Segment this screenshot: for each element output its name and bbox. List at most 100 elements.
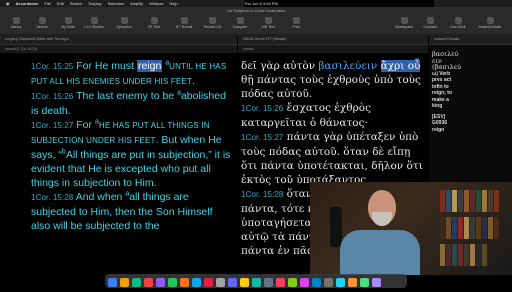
verse-ref[interactable]: 1Cor. 15:25 xyxy=(31,62,73,71)
toolbar-contrast-button[interactable]: Contrast xyxy=(418,16,442,32)
toolbar-library-label: Library xyxy=(10,25,22,29)
menu-file[interactable]: File xyxy=(44,1,50,6)
toolbar-nttextual-label: NT Textual xyxy=(175,25,193,29)
window-title-bar: 1st Scripture to Gods Incarnation xyxy=(0,7,512,14)
bookshelf-image xyxy=(440,190,510,270)
dock-app-icon[interactable] xyxy=(324,278,333,287)
toolbar-unitext-button[interactable]: UNI Text xyxy=(256,16,280,32)
english-pane-search-bar[interactable]: Verses [1 Cor 15:25] xyxy=(0,45,237,53)
dock-app-icon[interactable] xyxy=(264,278,273,287)
toolbar-lxx-label: LXX Studies xyxy=(84,25,104,29)
dock-app-icon[interactable] xyxy=(204,278,213,287)
verse-ref[interactable]: 1Cor. 15:26 xyxy=(241,104,283,113)
instant-details-content: βασιλεύ ειν (βασιλεύ ω) Verb pres act in… xyxy=(429,45,512,139)
menu-display[interactable]: Display xyxy=(88,1,101,6)
instant-details-tab[interactable]: Instant Details xyxy=(429,34,512,45)
text-icon xyxy=(64,17,72,24)
dock-app-icon[interactable] xyxy=(192,278,201,287)
verse-row[interactable]: 1Cor. 15:28 And when aall things are sub… xyxy=(31,190,233,233)
menu-search[interactable]: Search xyxy=(70,1,83,6)
toolbar-search-button[interactable]: Search xyxy=(30,16,54,32)
selected-word[interactable]: reign xyxy=(136,60,163,72)
verse-row[interactable]: 1Cor. 15:25 For He must reign auntil He … xyxy=(31,59,233,89)
info-icon xyxy=(486,17,494,24)
toolbar: Library Search My Texts LXX Studies Syno… xyxy=(0,14,512,35)
verse-text: The last enemy to be xyxy=(76,90,178,102)
library-icon xyxy=(12,17,20,24)
dock-app-icon[interactable] xyxy=(144,278,153,287)
verse-ref[interactable]: 1Cor. 15:28 xyxy=(31,193,73,202)
verse-row[interactable]: 1Cor. 15:27 πάντα γὰρ ὑπέταξεν ὑπὸ τοὺς … xyxy=(241,130,424,187)
menu-amplify[interactable]: Amplify xyxy=(130,1,143,6)
toolbar-lxx-button[interactable]: LXX Studies xyxy=(82,16,106,32)
toolbar-nttext-button[interactable]: NT Text xyxy=(142,16,166,32)
verse-text-end: . xyxy=(192,75,195,87)
dock-app-icon[interactable] xyxy=(228,278,237,287)
menu-app-name[interactable]: Accordance xyxy=(16,1,39,6)
dock-app-icon[interactable] xyxy=(132,278,141,287)
toolbar-mytexts-button[interactable]: My Texts xyxy=(56,16,80,32)
microphone-image xyxy=(330,207,342,247)
toolbar-nttext-label: NT Text xyxy=(148,25,160,29)
dock-app-icon[interactable] xyxy=(336,278,345,287)
dock-app-icon[interactable] xyxy=(180,278,189,287)
window-title: 1st Scripture to Gods Incarnation xyxy=(226,8,286,13)
book-icon xyxy=(150,17,158,24)
verse-row[interactable]: 1Cor. 15:27 For aHe has put all things i… xyxy=(31,118,233,190)
verse-ref[interactable]: 1Cor. 15:26 xyxy=(31,92,73,101)
verse-text: For xyxy=(76,119,95,131)
verse-ref[interactable]: 1Cor. 15:27 xyxy=(241,133,283,142)
toolbar-nttextual-button[interactable]: NT Textual xyxy=(172,16,196,32)
dock-app-icon[interactable] xyxy=(216,278,225,287)
verse-ref[interactable]: 1Cor. 15:27 xyxy=(31,121,73,130)
book-icon xyxy=(208,17,216,24)
toolbar-library-button[interactable]: Library xyxy=(4,16,28,32)
book-icon xyxy=(180,17,188,24)
toolbar-compare-button[interactable]: Compare xyxy=(228,16,252,32)
menu-selection[interactable]: Selection xyxy=(108,1,124,6)
toolbar-workspace-button[interactable]: Workspace xyxy=(392,16,416,32)
toolbar-print-button[interactable]: Print xyxy=(284,16,308,32)
dock-app-icon[interactable] xyxy=(372,278,381,287)
menu-edit[interactable]: Edit xyxy=(57,1,64,6)
greek-pane-tab[interactable]: NA28 Greek NT (Nestle) xyxy=(238,34,428,45)
toolbar-textcrit-label: Textual Crit xyxy=(203,25,221,29)
toolbar-liveclick-button[interactable]: Live Click xyxy=(446,16,470,32)
verse-ref[interactable]: 1Cor. 15:28 xyxy=(241,190,283,199)
verse-row[interactable]: 1Cor. 15:26 ἔσχατος ἐχθρὸς καταργεῖται ὁ… xyxy=(241,101,424,130)
dock-app-icon[interactable] xyxy=(108,278,117,287)
greek-text: θῇ πάντας τοὺς ἐχθροὺς ὑπὸ τοὺς πόδας αὐ… xyxy=(241,74,421,100)
english-pane-tab[interactable]: Legacy Standard Bible with Strong's xyxy=(0,34,237,45)
dock-app-icon[interactable] xyxy=(300,278,309,287)
toolbar-print-label: Print xyxy=(292,25,300,29)
menu-window[interactable]: Window xyxy=(149,1,163,6)
menubar-clock[interactable]: Thu Jun 6 3:55 PM xyxy=(244,0,434,7)
greek-pane-search-bar[interactable]: Verses xyxy=(238,45,428,53)
dock-app-icon[interactable] xyxy=(168,278,177,287)
toolbar-instantdetails-label: Instant Details xyxy=(478,25,502,29)
greek-text: δεῖ γὰρ αὐτὸν xyxy=(241,60,319,72)
dock-app-icon[interactable] xyxy=(276,278,285,287)
dock-app-icon[interactable] xyxy=(312,278,321,287)
toolbar-synoptics-button[interactable]: Synoptics xyxy=(112,16,136,32)
dock-app-icon[interactable] xyxy=(348,278,357,287)
toolbar-textcrit-button[interactable]: Textual Crit xyxy=(200,16,224,32)
presenter-beard xyxy=(372,212,392,226)
dock-app-icon[interactable] xyxy=(252,278,261,287)
dock-app-icon[interactable] xyxy=(288,278,297,287)
toolbar-instantdetails-button[interactable]: Instant Details xyxy=(478,16,502,32)
menu-help[interactable]: Help xyxy=(169,1,177,6)
toolbar-synoptics-label: Synoptics xyxy=(116,25,132,29)
dock-app-icon[interactable] xyxy=(156,278,165,287)
english-text-pane[interactable]: Legacy Standard Bible with Strong's Vers… xyxy=(0,34,237,274)
verse-row[interactable]: δεῖ γὰρ αὐτὸν βασιλεύειν ἄχρι οὗ θῇ πάντ… xyxy=(241,59,424,101)
hovered-word[interactable]: βασιλεύειν xyxy=(318,60,377,72)
apple-icon[interactable]: ◉ xyxy=(6,1,10,6)
selected-greek-text[interactable]: ἄχρι οὗ xyxy=(380,60,421,72)
printer-icon xyxy=(292,17,300,24)
dock-app-icon[interactable] xyxy=(120,278,129,287)
verse-row[interactable]: 1Cor. 15:26 The last enemy to be aabolis… xyxy=(31,89,233,118)
toolbar-workspace-label: Workspace xyxy=(395,25,413,29)
dock-app-icon[interactable] xyxy=(240,278,249,287)
dock-app-icon[interactable] xyxy=(360,278,369,287)
